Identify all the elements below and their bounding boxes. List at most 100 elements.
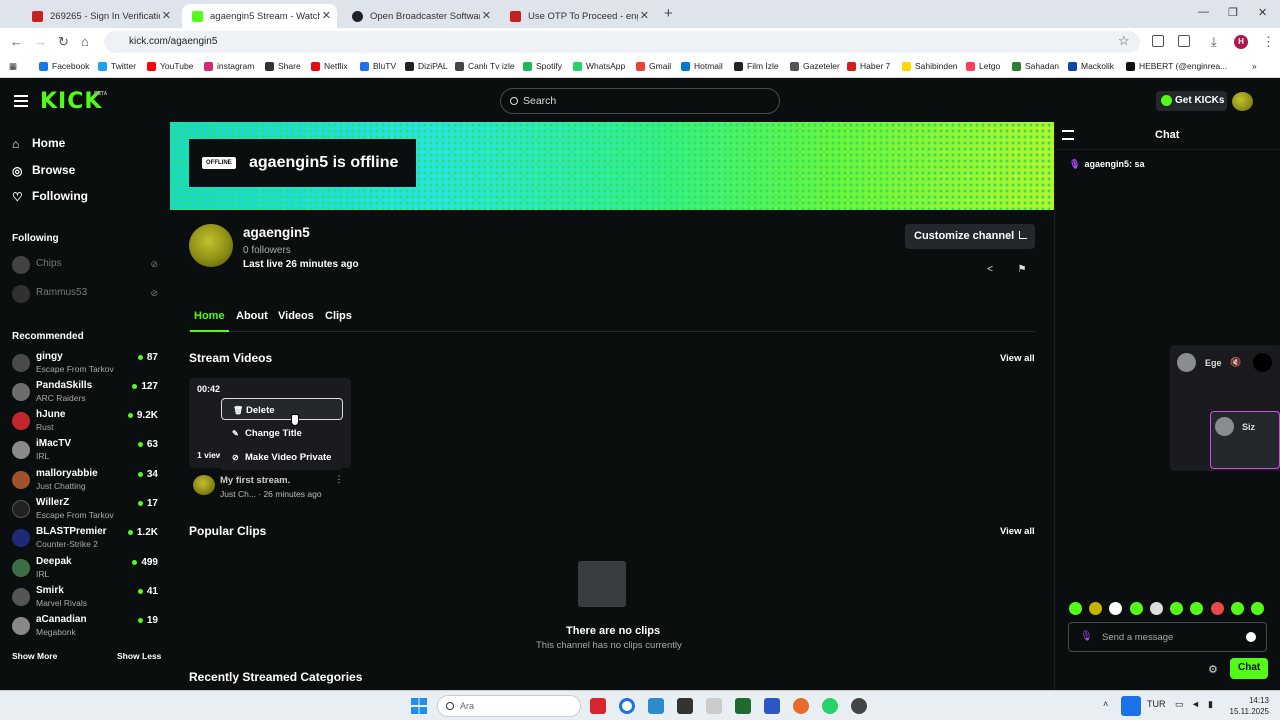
chat-message-input[interactable]: 🎙 Send a message [1068,622,1267,652]
app-icon[interactable] [648,698,664,714]
tray-chevron-icon[interactable]: ˄ [1103,699,1108,709]
change-title-menu-item[interactable]: ✎ Change Title [221,422,343,444]
volume-icon[interactable]: ◄ [1191,699,1200,709]
show-more-button[interactable]: Show More [12,651,57,661]
close-tab-icon[interactable]: ✕ [482,9,491,22]
view-all-videos-link[interactable]: View all [1000,353,1035,364]
bookmark-haber7[interactable]: Haber 7 [847,61,890,71]
recommended-channel[interactable]: PandaSkills ARC Raiders 127 [12,379,162,405]
recommended-channel[interactable]: BLASTPremier Counter-Strike 2 1.2K [12,525,162,551]
windows-start-icon[interactable] [411,698,427,714]
bookmark-spotify[interactable]: Spotify [523,61,562,71]
app-icon[interactable] [706,698,722,714]
emote-icon[interactable] [1069,602,1082,615]
bookmark-netflix[interactable]: Netflix [311,61,348,71]
menu-icon[interactable] [14,95,28,107]
close-tab-icon[interactable]: ✕ [640,9,649,22]
video-options-icon[interactable]: ⋮ [332,474,346,488]
maximize-button[interactable]: ❐ [1228,6,1238,19]
apps-icon[interactable]: ▦ [9,61,17,72]
tab-videos[interactable]: Videos [278,310,314,332]
emote-icon[interactable] [1150,602,1163,615]
chrome-icon[interactable] [619,698,635,714]
search-input[interactable]: Search [500,88,780,114]
emoji-icon[interactable] [1246,632,1256,642]
following-channel-chips[interactable]: Chips ⊘ [12,252,162,278]
emote-icon[interactable] [1231,602,1244,615]
recommended-channel[interactable]: malloryabbie Just Chatting 34 [12,467,162,493]
tab-clips[interactable]: Clips [325,310,352,332]
bookmark-sahibinden[interactable]: Sahibinden [902,61,958,71]
show-less-button[interactable]: Show Less [117,651,161,661]
obs-icon[interactable] [851,698,867,714]
taskbar-search[interactable]: Ara [437,695,581,717]
bookmark-star-icon[interactable]: ☆ [1118,33,1130,49]
recommended-channel[interactable]: gingy Escape From Tarkov 87 [12,350,162,376]
battery-icon[interactable]: ▮ [1208,699,1213,710]
view-all-clips-link[interactable]: View all [1000,526,1035,537]
bookmark-dizipal[interactable]: DiziPAL [405,61,448,71]
delete-menu-item[interactable]: 🗑 Delete [221,398,343,420]
browser-tab-3[interactable]: Open Broadcaster Software | O ✕ [342,4,497,28]
chat-settings-icon[interactable]: ⚙ [1208,663,1218,676]
extensions-icon[interactable] [1152,35,1164,47]
self-video-tile[interactable]: Siz [1210,411,1280,469]
emote-icon[interactable] [1170,602,1183,615]
bookmark-share[interactable]: Share [265,61,301,71]
recommended-channel[interactable]: aCanadian Megabonk 19 [12,613,162,639]
home-button[interactable]: ⌂ [81,34,89,49]
recommended-channel[interactable]: hJune Rust 9.2K [12,408,162,434]
minimize-button[interactable]: — [1198,6,1209,18]
bookmark-instagram[interactable]: instagram [204,61,254,71]
clock[interactable]: 14:13 15.11.2025 [1229,695,1269,717]
customize-channel-button[interactable]: Customize channel [905,224,1035,249]
tab-about[interactable]: About [236,310,268,332]
network-icon[interactable]: ▭ [1175,699,1184,710]
reload-button[interactable]: ↻ [58,34,69,50]
following-channel-rammus53[interactable]: Rammus53 ⊘ [12,281,162,307]
emote-icon[interactable] [1089,602,1102,615]
app-icon[interactable] [764,698,780,714]
bookmark-letgo[interactable]: Letgo [966,61,1000,71]
share-icon[interactable]: < [984,264,996,276]
recommended-channel[interactable]: iMacTV IRL 63 [12,437,162,463]
sidebar-item-browse[interactable]: ◎ Browse [12,163,75,178]
epic-games-icon[interactable] [677,698,693,714]
video-channel-avatar[interactable] [193,475,215,495]
back-button[interactable]: ← [10,34,23,49]
get-kicks-button[interactable]: Get KICKs [1156,91,1227,111]
microphone-icon[interactable] [1121,696,1141,716]
call-participant[interactable]: Ege 🔇 [1170,345,1280,381]
emote-icon[interactable] [1251,602,1264,615]
browser-tab-1[interactable]: 269265 - Sign In Verification Co ✕ [22,4,177,28]
emote-icon[interactable] [1130,602,1143,615]
bookmark-canli-tv[interactable]: Canlı Tv izle [455,61,515,71]
whatsapp-icon[interactable] [822,698,838,714]
bookmark-film-izle[interactable]: Film İzle [734,61,779,71]
bookmark-whatsapp[interactable]: WhatsApp [573,61,625,71]
bookmark-mackolik[interactable]: Mackolik [1068,61,1114,71]
menu-icon[interactable]: ⋮ [1262,34,1275,50]
chat-send-button[interactable]: Chat [1230,658,1268,679]
emote-icon[interactable] [1211,602,1224,615]
app-icon[interactable] [735,698,751,714]
new-tab-button[interactable]: + [664,5,673,22]
emote-icon[interactable] [1109,602,1122,615]
app-icon[interactable] [793,698,809,714]
recommended-channel[interactable]: Smirk Marvel Rivals 41 [12,584,162,610]
video-title[interactable]: My first stream. [220,475,290,486]
close-tab-icon[interactable]: ✕ [322,9,331,22]
close-window-button[interactable]: ✕ [1258,6,1267,19]
recommended-channel[interactable]: WillerZ Escape From Tarkov 17 [12,496,162,522]
bookmark-hotmail[interactable]: Hotmail [681,61,723,71]
url-input[interactable]: kick.com/agaengin5 [104,31,1140,53]
bookmark-facebook[interactable]: Facebook [39,61,89,71]
channel-avatar[interactable] [189,224,233,267]
bookmark-blutv[interactable]: BluTV [360,61,396,71]
close-tab-icon[interactable]: ✕ [162,9,171,22]
make-private-menu-item[interactable]: ⊘ Make Video Private [221,446,343,468]
browser-tab-2[interactable]: agaengin5 Stream - Watch Live ✕ [182,4,337,28]
sidebar-item-home[interactable]: ⌂ Home [12,136,65,151]
bookmark-gmail[interactable]: Gmail [636,61,671,71]
collapse-chat-icon[interactable] [1062,130,1074,140]
